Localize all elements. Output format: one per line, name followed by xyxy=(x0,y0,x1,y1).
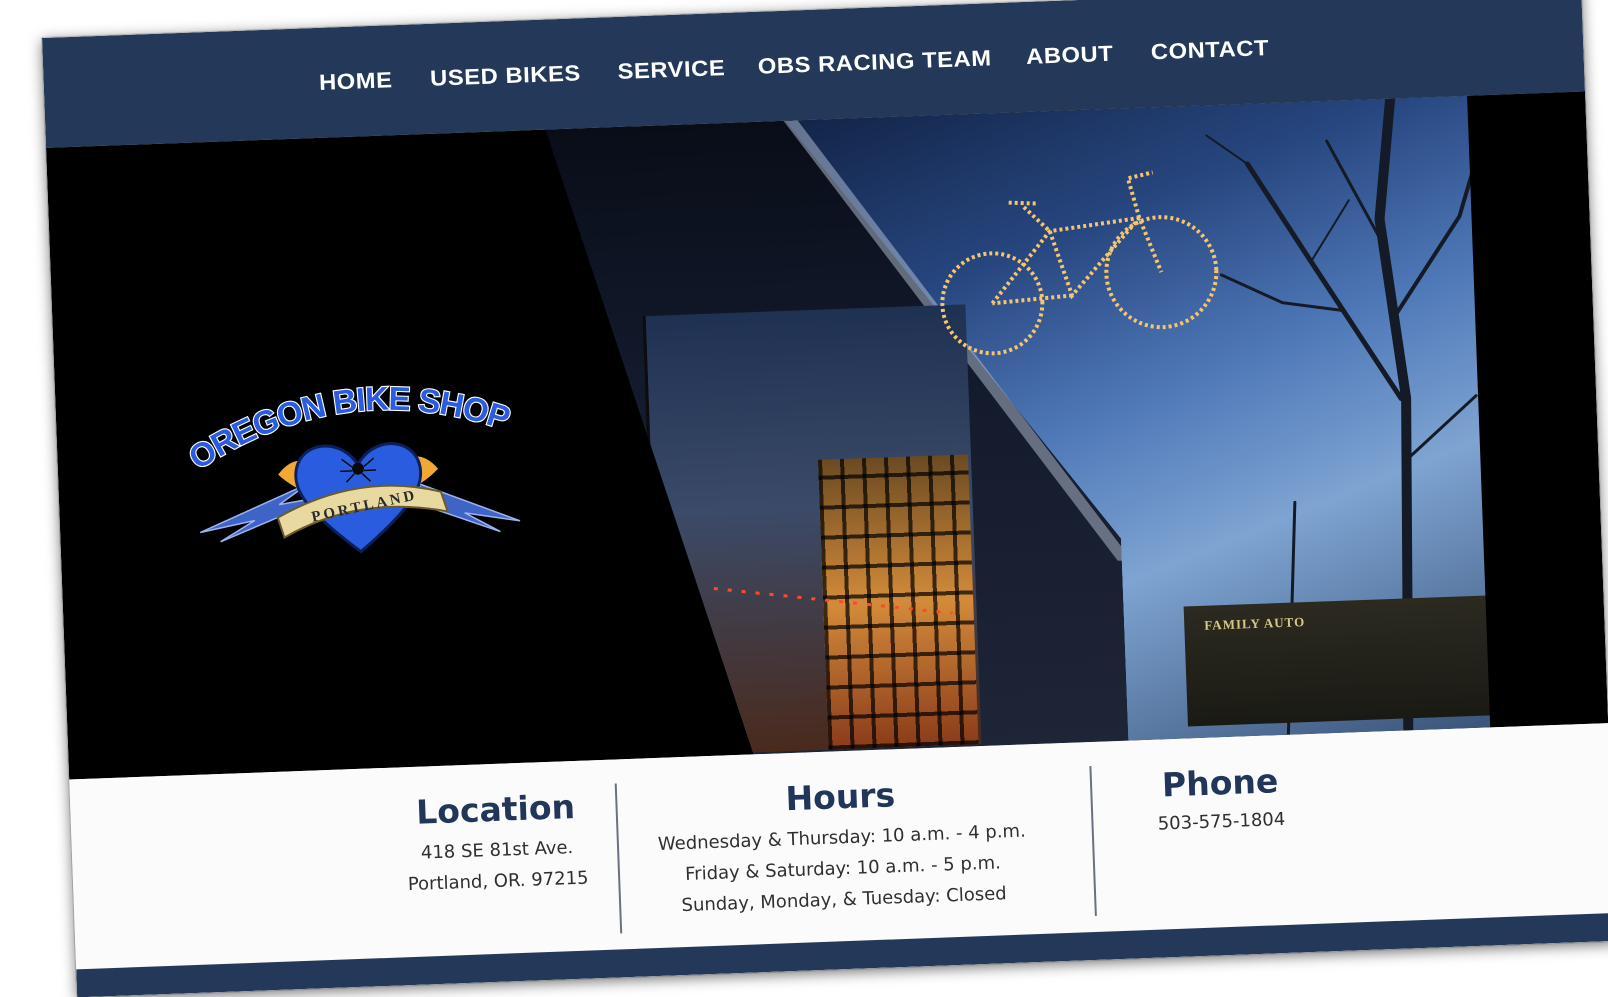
phone-block: Phone 503-575-1804 xyxy=(1119,760,1322,841)
info-divider-2 xyxy=(1089,766,1097,917)
footer-bar xyxy=(76,912,1608,997)
storefront-photo: FAMILY AUTO xyxy=(546,96,1499,762)
neighbor-sign-building xyxy=(1184,595,1498,726)
location-block: Location 418 SE 81st Ave. Portland, OR. … xyxy=(385,786,609,901)
info-divider-1 xyxy=(614,783,623,934)
address-line-2: Portland, OR. 97215 xyxy=(407,867,589,896)
nav-about[interactable]: About xyxy=(1025,41,1113,70)
hours-title: Hours xyxy=(784,775,896,819)
hours-block: Hours Wednesday & Thursday: 10 a.m. - 4 … xyxy=(630,770,1055,923)
nav-home[interactable]: Home xyxy=(319,67,393,96)
hours-line-3: Sunday, Monday, & Tuesday: Closed xyxy=(681,883,1007,917)
hours-line-2: Friday & Saturday: 10 a.m. - 5 p.m. xyxy=(684,852,1002,885)
address-line-1: 418 SE 81st Ave. xyxy=(420,837,574,864)
nav-used-bikes[interactable]: Used Bikes xyxy=(430,60,581,92)
hero-right-edge xyxy=(1467,91,1608,728)
phone-number[interactable]: 503-575-1804 xyxy=(1157,809,1285,835)
location-title: Location xyxy=(415,787,576,832)
nav-contact[interactable]: Contact xyxy=(1151,35,1270,65)
website-frame: Home Used Bikes Service OBS Racing Team … xyxy=(42,0,1608,997)
phone-title: Phone xyxy=(1161,761,1279,805)
hours-line-1: Wednesday & Thursday: 10 a.m. - 4 p.m. xyxy=(657,820,1027,855)
oregon-bike-shop-logo[interactable]: PORTLAND OREGON BIKE SHOP xyxy=(155,369,562,584)
nav-service[interactable]: Service xyxy=(617,55,726,85)
hero-banner: PORTLAND OREGON BIKE SHOP FAMILY AUTO xyxy=(46,91,1608,780)
nav-obs-racing-team[interactable]: OBS Racing Team xyxy=(758,45,993,80)
